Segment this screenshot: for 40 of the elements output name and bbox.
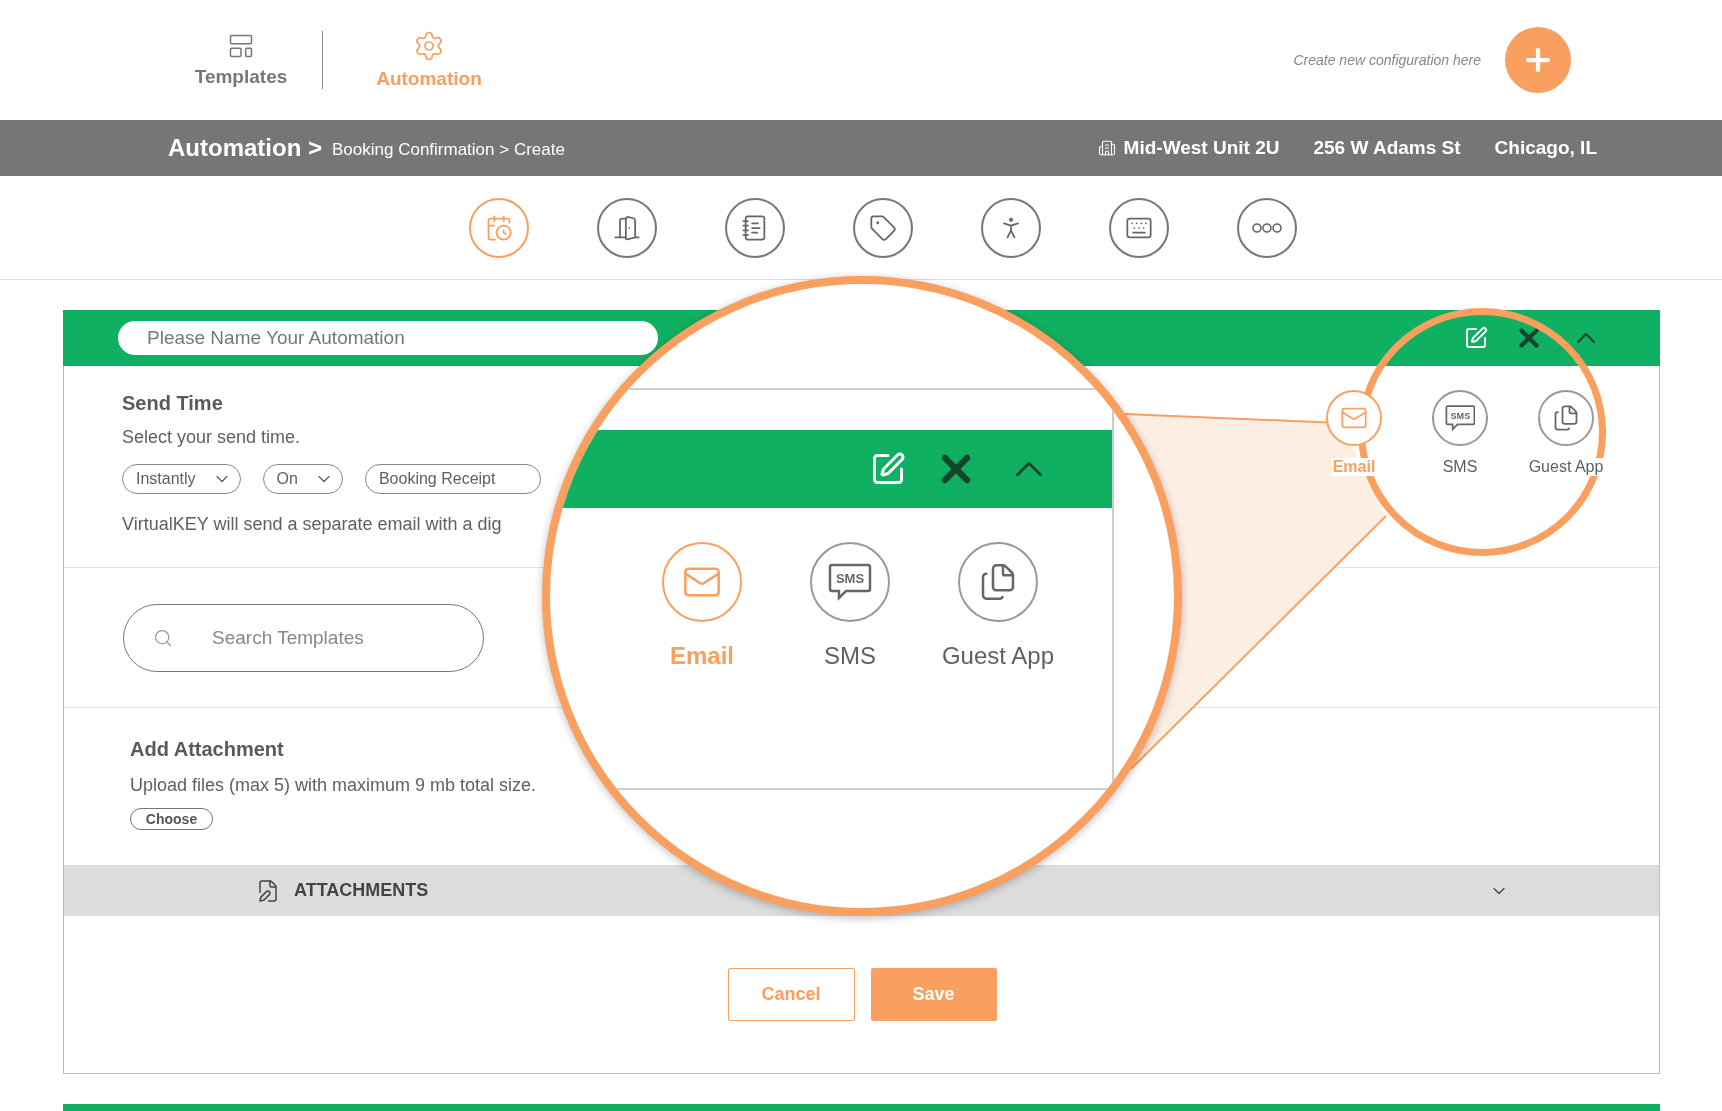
building-icon xyxy=(1097,139,1116,157)
edit-icon xyxy=(1464,326,1488,350)
channel-option[interactable]: SMS SMS xyxy=(1422,390,1498,567)
section-title: Add Attachment xyxy=(130,738,285,761)
section-subtitle: Select your send time. xyxy=(122,427,302,448)
edit-button[interactable] xyxy=(1464,326,1488,350)
dropdown[interactable]: On xyxy=(262,464,343,494)
tab-label: Automation xyxy=(376,68,482,90)
unit-name: Mid-West Unit 2U xyxy=(1123,137,1280,159)
search-icon xyxy=(153,627,173,648)
file-icon xyxy=(256,878,280,903)
upload-note: Upload files (max 5) with maximum 9 mb total size. xyxy=(130,775,538,796)
calendar-clock-icon xyxy=(485,213,513,242)
edit-icon xyxy=(870,451,906,487)
dropdown[interactable]: Instantly xyxy=(122,464,241,494)
sms-icon: SMS xyxy=(828,562,872,602)
sms-icon: SMS xyxy=(1444,404,1476,432)
door-icon xyxy=(613,213,641,242)
nav-tab[interactable]: Templates xyxy=(160,32,322,88)
edit-button[interactable] xyxy=(870,451,906,487)
channel-option[interactable]: Guest App xyxy=(1528,390,1604,567)
channel-option[interactable]: SMS SMS xyxy=(785,542,915,670)
channel-option[interactable]: Guest App xyxy=(933,542,1063,670)
dropdown[interactable]: Booking Receipt xyxy=(364,464,541,494)
tab-label: Templates xyxy=(194,66,288,88)
street-address: 256 W Adams St xyxy=(1313,137,1461,159)
send-note: VirtualKEY will send a separate email with a dig xyxy=(122,514,503,535)
breadcrumb-root[interactable]: Automation > xyxy=(168,134,322,162)
search-field[interactable]: Search Templates xyxy=(123,603,484,672)
section-title: Send Time xyxy=(122,392,224,415)
create-hint: Create new configuration here xyxy=(1293,52,1481,68)
more-icon xyxy=(1252,222,1282,233)
city-name: Chicago, IL xyxy=(1494,137,1597,159)
name-field[interactable]: Please Name Your Automation xyxy=(118,321,658,355)
breadcrumb-path: Booking Confirmation > Create xyxy=(332,139,565,160)
settings-icon xyxy=(413,30,445,62)
documents-icon xyxy=(1552,404,1580,432)
template-icon xyxy=(227,32,255,60)
tag-icon xyxy=(869,213,897,242)
choose-button[interactable]: Choose xyxy=(130,808,213,830)
